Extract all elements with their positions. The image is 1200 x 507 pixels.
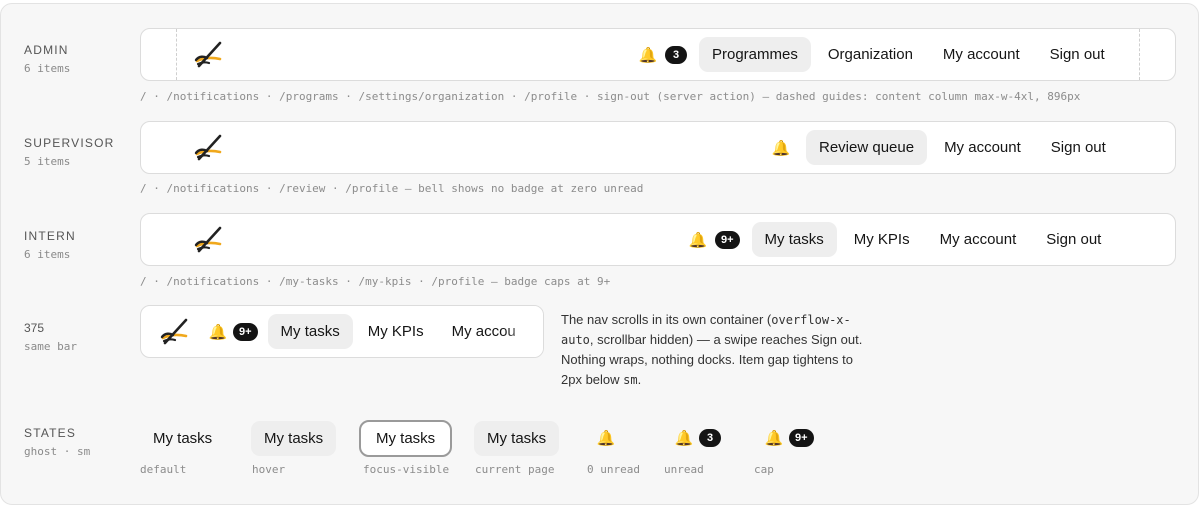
state-label: current page: [475, 463, 555, 476]
state-unread: 🔔 3: [671, 418, 721, 458]
bell-icon[interactable]: 🔔: [685, 225, 711, 255]
row-label-admin: ADMIN 6 items: [24, 43, 70, 75]
unread-badge: 3: [699, 429, 721, 447]
nav-item-sign-out[interactable]: Sign out: [1033, 222, 1114, 257]
state-default: My tasks: [140, 418, 225, 458]
unread-badge: 9+: [789, 429, 814, 447]
scissors-logo-icon[interactable]: [193, 134, 223, 162]
nav-item-default[interactable]: My tasks: [140, 421, 225, 456]
row-count: ghost · sm: [24, 445, 91, 458]
row-count: 6 items: [24, 248, 71, 261]
nav-item-programmes[interactable]: Programmes: [699, 37, 811, 72]
row-title: STATES: [24, 426, 77, 440]
nav-item-current[interactable]: My tasks: [474, 420, 560, 456]
state-cap: 🔔 9+: [761, 418, 814, 458]
row-label-intern: INTERN 6 items: [24, 229, 76, 261]
scissors-logo-icon[interactable]: [159, 318, 189, 346]
nav-item-hover[interactable]: My tasks: [251, 420, 337, 456]
row-title: ADMIN: [24, 43, 69, 57]
mobile-note: The nav scrolls in its own container (ov…: [561, 310, 873, 390]
bell-icon[interactable]: 🔔: [593, 423, 619, 453]
content-guide-right: [1139, 29, 1140, 80]
note-code: sm: [623, 373, 638, 387]
scissors-logo-icon[interactable]: [193, 41, 223, 69]
state-current-page: My tasks: [474, 418, 560, 458]
bell-icon[interactable]: 🔔: [671, 423, 697, 453]
bell-icon[interactable]: 🔔: [205, 317, 231, 347]
nav-item-review-queue[interactable]: Review queue: [806, 130, 928, 165]
intern-nav-bar: 🔔 9+ My tasks My KPIs My account Sign ou…: [140, 213, 1176, 266]
row-label-mobile: 375 same bar: [24, 321, 77, 353]
state-label: focus-visible: [363, 463, 450, 476]
nav-item-organization[interactable]: Organization: [815, 37, 926, 72]
state-zero-unread: 🔔: [593, 418, 619, 458]
state-label: default: [140, 463, 187, 476]
note-text: .: [637, 372, 642, 387]
row-title: INTERN: [24, 229, 76, 243]
bell-icon[interactable]: 🔔: [635, 40, 661, 70]
row-title: SUPERVISOR: [24, 136, 115, 150]
unread-badge: 9+: [715, 230, 740, 249]
row-count: 6 items: [24, 62, 71, 75]
intern-nav: 🔔 9+ My tasks My KPIs My account Sign ou…: [685, 214, 1114, 265]
state-label: cap: [754, 463, 774, 476]
admin-nav: 🔔 3 Programmes Organization My account S…: [635, 29, 1118, 80]
admin-routes-caption: / · /notifications · /programs · /settin…: [140, 90, 1081, 103]
unread-badge: 9+: [233, 322, 258, 341]
row-count: same bar: [24, 340, 77, 353]
nav-item-focus[interactable]: My tasks: [359, 419, 453, 457]
unread-badge: 3: [665, 45, 687, 64]
supervisor-nav-bar: 🔔 Review queue My account Sign out: [140, 121, 1176, 174]
nav-item-my-tasks[interactable]: My tasks: [267, 314, 353, 349]
mobile-nav-scroller[interactable]: 🔔 9+ My tasks My KPIs My accou: [205, 306, 529, 357]
bell-icon[interactable]: 🔔: [761, 423, 787, 453]
nav-item-my-tasks[interactable]: My tasks: [751, 222, 837, 257]
supervisor-routes-caption: / · /notifications · /review · /profile …: [140, 182, 644, 195]
row-title: 375: [24, 321, 45, 335]
intern-routes-caption: / · /notifications · /my-tasks · /my-kpi…: [140, 275, 611, 288]
note-text: , scrollbar hidden) — a swipe reaches Si…: [561, 332, 863, 387]
nav-item-my-kpis[interactable]: My KPIs: [355, 314, 437, 349]
supervisor-nav: 🔔 Review queue My account Sign out: [768, 122, 1119, 173]
content-guide-left: [176, 29, 177, 80]
state-label: unread: [664, 463, 704, 476]
nav-item-my-account[interactable]: My account: [927, 222, 1030, 257]
note-text: The nav scrolls in its own container (: [561, 312, 772, 327]
admin-nav-bar: 🔔 3 Programmes Organization My account S…: [140, 28, 1176, 81]
state-label: 0 unread: [587, 463, 640, 476]
nav-item-sign-out[interactable]: Sign out: [1038, 130, 1119, 165]
nav-item-my-account[interactable]: My account: [931, 130, 1034, 165]
state-focus-visible: My tasks: [359, 418, 453, 458]
scissors-logo-icon[interactable]: [193, 226, 223, 254]
mobile-nav-bar: 🔔 9+ My tasks My KPIs My accou: [140, 305, 544, 358]
state-label: hover: [252, 463, 286, 476]
row-count: 5 items: [24, 155, 71, 168]
bell-icon[interactable]: 🔔: [768, 133, 794, 163]
nav-item-sign-out[interactable]: Sign out: [1037, 37, 1118, 72]
row-label-supervisor: SUPERVISOR 5 items: [24, 136, 114, 168]
nav-item-my-kpis[interactable]: My KPIs: [841, 222, 923, 257]
state-hover: My tasks: [251, 418, 337, 458]
row-label-states: STATES ghost · sm: [24, 426, 90, 458]
scroll-fade: [503, 306, 543, 357]
nav-item-my-account[interactable]: My account: [930, 37, 1033, 72]
